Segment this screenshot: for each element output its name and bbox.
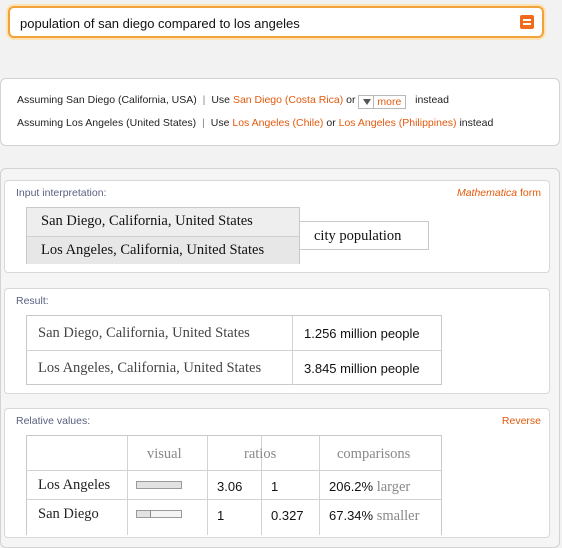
mathematica-label: Mathematica <box>456 187 518 199</box>
pod-title: Relative values: <box>16 415 91 427</box>
result-table: San Diego, California, United States 1.2… <box>26 315 442 385</box>
ratio-b: 0.327 <box>271 508 304 523</box>
ratio-b: 1 <box>271 479 279 494</box>
separator: | <box>202 117 205 129</box>
comparison-word: smaller <box>376 508 420 524</box>
relative-values-table: visual ratios comparisons Los Angeles 3.… <box>26 435 442 535</box>
search-input[interactable] <box>20 14 506 32</box>
pod-title: Result: <box>16 295 49 307</box>
connector-text: or <box>326 117 336 129</box>
input-property: city population <box>299 221 429 250</box>
ratio-a: 3.06 <box>217 479 243 494</box>
more-options-dropdown[interactable]: more <box>358 95 407 109</box>
assumptions-panel <box>0 78 560 146</box>
suffix-text: instead <box>415 94 449 106</box>
comparison-word: larger <box>376 479 411 495</box>
table-row: Los Angeles, California, United States 3… <box>27 350 441 385</box>
visual-bar-fill <box>137 482 181 488</box>
more-label: more <box>377 96 402 108</box>
visual-bar <box>136 481 182 489</box>
assumption-text: Assuming Los Angeles (United States) <box>17 117 197 129</box>
assumption-text: Assuming San Diego (California, USA) <box>17 94 197 106</box>
suffix-text: instead <box>459 117 494 129</box>
assumption-line-san-diego: Assuming San Diego (California, USA) | U… <box>17 93 449 109</box>
result-place: Los Angeles, California, United States <box>38 360 262 376</box>
mathematica-form-link[interactable]: Mathematica form <box>457 187 541 199</box>
ratio-a: 1 <box>217 508 225 523</box>
result-value: 3.845 million people <box>304 361 420 376</box>
use-label: Use <box>210 117 230 129</box>
option-los-angeles-chile-link[interactable]: Los Angeles (Chile) <box>232 117 323 129</box>
reverse-link[interactable]: Reverse <box>502 415 541 427</box>
visual-bar <box>136 510 182 518</box>
option-san-diego-costa-rica-link[interactable]: San Diego (Costa Rica) <box>233 94 343 106</box>
connector-text: or <box>346 94 356 106</box>
header-comparisons: comparisons <box>337 446 411 462</box>
row-place: San Diego <box>38 506 99 522</box>
separator: | <box>202 94 206 106</box>
pod-title: Input interpretation: <box>16 187 107 199</box>
result-place: San Diego, California, United States <box>38 325 250 341</box>
comparison-value: 206.2% <box>329 479 374 494</box>
form-label: form <box>520 187 541 199</box>
input-entity-los-angeles: Los Angeles, California, United States <box>27 236 299 264</box>
comparison-value: 67.34% <box>329 508 374 523</box>
visual-bar-fill <box>137 511 152 517</box>
comparison: 206.2% larger <box>329 479 410 496</box>
search-bar <box>8 6 544 38</box>
use-label: Use <box>211 94 231 106</box>
search-menu-icon[interactable] <box>520 15 534 29</box>
chevron-down-icon <box>363 99 372 105</box>
header-visual: visual <box>147 446 182 462</box>
table-row: San Diego, California, United States 1.2… <box>27 316 441 350</box>
assumption-line-los-angeles: Assuming Los Angeles (United States) | U… <box>17 117 493 129</box>
option-los-angeles-philippines-link[interactable]: Los Angeles (Philippines) <box>339 117 457 129</box>
input-entity-san-diego: San Diego, California, United States <box>27 208 299 236</box>
row-place: Los Angeles <box>38 477 111 493</box>
result-value: 1.256 million people <box>304 326 420 341</box>
comparison: 67.34% smaller <box>329 508 419 525</box>
header-ratios: ratios <box>244 446 277 462</box>
